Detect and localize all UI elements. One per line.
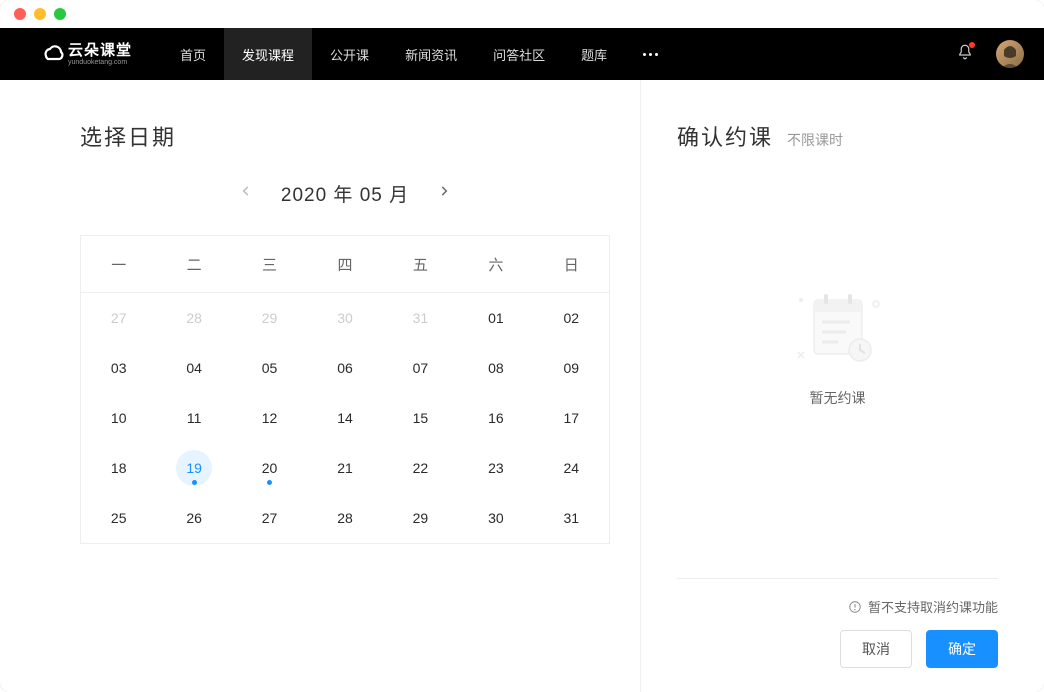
date-grid: 2728293031010203040506070809101112141516… (81, 293, 609, 544)
date-cell[interactable]: 22 (383, 443, 458, 493)
date-cell[interactable]: 24 (534, 443, 609, 493)
nav-item[interactable]: 题库 (563, 28, 625, 80)
date-cell[interactable]: 15 (383, 393, 458, 443)
weekday-cell: 四 (307, 236, 382, 292)
date-cell[interactable]: 01 (458, 293, 533, 343)
date-cell[interactable]: 29 (383, 493, 458, 543)
confirm-panel: 确认约课 不限课时 (640, 80, 1044, 692)
warning-text: 暂不支持取消约课功能 (868, 597, 998, 616)
traffic-lights (14, 8, 66, 20)
date-cell[interactable]: 20 (232, 443, 307, 493)
topbar: 云朵课堂 yunduoketang.com 首页发现课程公开课新闻资讯问答社区题… (0, 28, 1044, 80)
cancel-button[interactable]: 取消 (840, 630, 912, 668)
date-cell[interactable]: 02 (534, 293, 609, 343)
date-cell[interactable]: 08 (458, 343, 533, 393)
date-cell[interactable]: 25 (81, 493, 156, 543)
weekday-cell: 一 (81, 236, 156, 292)
titlebar (0, 0, 1044, 28)
nav-item[interactable]: 发现课程 (224, 28, 312, 80)
logo-text: 云朵课堂 yunduoketang.com (68, 43, 132, 66)
date-cell[interactable]: 26 (156, 493, 231, 543)
nav-item[interactable]: 新闻资讯 (387, 28, 475, 80)
cloud-logo-icon (40, 42, 64, 66)
date-cell[interactable]: 31 (383, 293, 458, 343)
event-dot (192, 480, 197, 485)
nav-item[interactable]: 问答社区 (475, 28, 563, 80)
month-navigator: 2020 年 05 月 (80, 180, 610, 207)
date-cell[interactable]: 16 (458, 393, 533, 443)
main-nav: 首页发现课程公开课新闻资讯问答社区题库 (162, 28, 625, 80)
date-cell[interactable]: 23 (458, 443, 533, 493)
date-cell[interactable]: 03 (81, 343, 156, 393)
next-month-button[interactable] (437, 184, 451, 203)
date-cell[interactable]: 19 (156, 443, 231, 493)
more-icon (643, 53, 658, 56)
date-cell[interactable]: 07 (383, 343, 458, 393)
chevron-left-icon (239, 184, 253, 198)
date-cell[interactable]: 17 (534, 393, 609, 443)
date-cell[interactable]: 30 (458, 493, 533, 543)
nav-more-button[interactable] (625, 28, 676, 80)
weekday-cell: 五 (383, 236, 458, 292)
maximize-window-button[interactable] (54, 8, 66, 20)
date-cell[interactable]: 18 (81, 443, 156, 493)
confirm-button[interactable]: 确定 (926, 630, 998, 668)
date-cell[interactable]: 30 (307, 293, 382, 343)
date-cell[interactable]: 11 (156, 393, 231, 443)
content: 选择日期 2020 年 05 月 一二三四五六日 272829303101020… (0, 80, 1044, 692)
weekday-header: 一二三四五六日 (81, 235, 609, 293)
warning-line: 暂不支持取消约课功能 (677, 597, 998, 616)
empty-text: 暂无约课 (810, 388, 866, 408)
logo[interactable]: 云朵课堂 yunduoketang.com (40, 42, 132, 66)
date-picker-panel: 选择日期 2020 年 05 月 一二三四五六日 272829303101020… (0, 80, 640, 692)
weekday-cell: 六 (458, 236, 533, 292)
close-window-button[interactable] (14, 8, 26, 20)
nav-item[interactable]: 首页 (162, 28, 224, 80)
nav-item[interactable]: 公开课 (312, 28, 387, 80)
notifications-button[interactable] (956, 43, 974, 66)
date-cell[interactable]: 12 (232, 393, 307, 443)
month-label: 2020 年 05 月 (281, 180, 409, 207)
weekday-cell: 日 (534, 236, 609, 292)
info-icon (848, 600, 862, 614)
weekday-cell: 三 (232, 236, 307, 292)
confirm-footer: 暂不支持取消约课功能 取消 确定 (677, 578, 998, 668)
date-cell[interactable]: 28 (156, 293, 231, 343)
date-cell[interactable]: 09 (534, 343, 609, 393)
date-cell[interactable]: 27 (232, 493, 307, 543)
date-cell[interactable]: 28 (307, 493, 382, 543)
date-cell[interactable]: 04 (156, 343, 231, 393)
date-cell[interactable]: 14 (307, 393, 382, 443)
weekday-cell: 二 (156, 236, 231, 292)
prev-month-button[interactable] (239, 184, 253, 203)
date-cell[interactable]: 10 (81, 393, 156, 443)
event-dot (267, 480, 272, 485)
notification-badge (969, 42, 975, 48)
empty-calendar-icon (788, 282, 888, 372)
date-cell[interactable]: 31 (534, 493, 609, 543)
date-cell[interactable]: 06 (307, 343, 382, 393)
app-window: 云朵课堂 yunduoketang.com 首页发现课程公开课新闻资讯问答社区题… (0, 0, 1044, 692)
calendar: 一二三四五六日 27282930310102030405060708091011… (80, 235, 610, 544)
date-cell[interactable]: 05 (232, 343, 307, 393)
minimize-window-button[interactable] (34, 8, 46, 20)
chevron-right-icon (437, 184, 451, 198)
avatar[interactable] (996, 40, 1024, 68)
empty-state: 暂无约课 (677, 112, 998, 578)
date-cell[interactable]: 21 (307, 443, 382, 493)
date-cell[interactable]: 29 (232, 293, 307, 343)
date-cell[interactable]: 27 (81, 293, 156, 343)
button-row: 取消 确定 (677, 630, 998, 668)
date-picker-title: 选择日期 (80, 120, 610, 152)
